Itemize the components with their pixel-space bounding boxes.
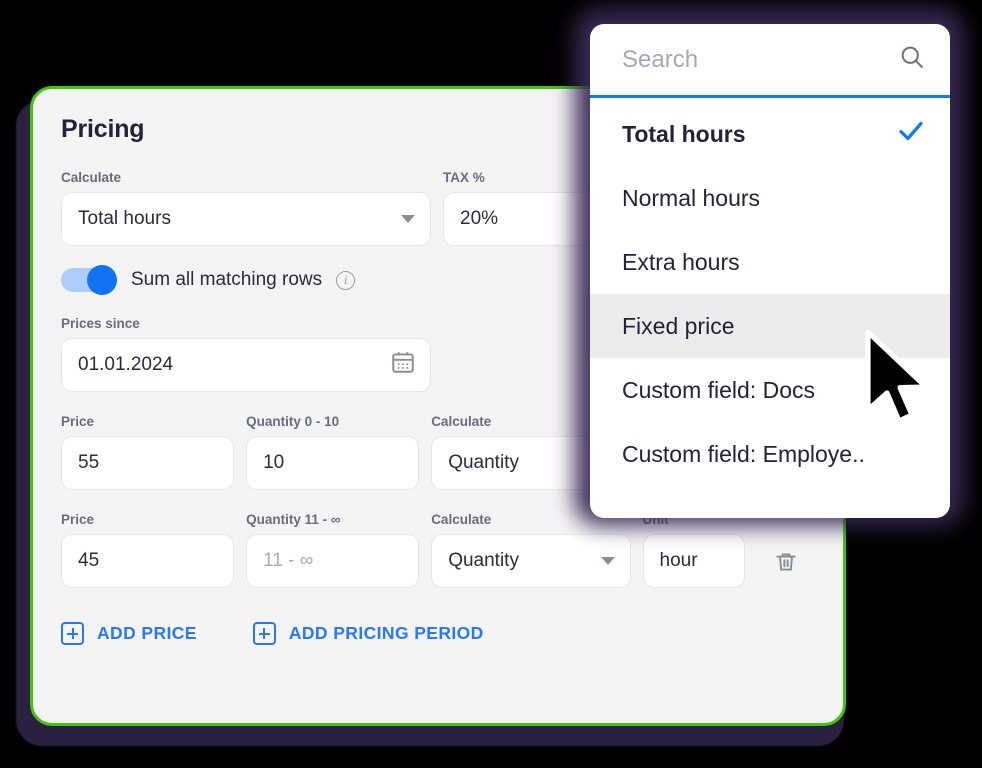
price-input[interactable]: 45 <box>61 534 235 588</box>
price-value: 55 <box>78 452 100 473</box>
add-price-button[interactable]: ADD PRICE <box>61 622 197 645</box>
sum-all-matching-rows-toggle[interactable] <box>61 265 117 295</box>
option-label: Normal hours <box>622 184 761 211</box>
row-calculate-value: Quantity <box>448 550 519 571</box>
screen-root: Pricing Calculate Total hours TAX % 20% <box>0 0 982 768</box>
quantity-input[interactable]: 11 - ∞ <box>246 534 420 588</box>
add-pricing-period-button[interactable]: ADD PRICING PERIOD <box>252 622 484 645</box>
search-input[interactable]: Search <box>622 46 898 74</box>
quantity-label: Quantity 0 - 10 <box>246 414 340 429</box>
plus-icon <box>61 622 84 645</box>
quantity-label: Quantity 11 - ∞ <box>246 512 341 527</box>
row-calculate-select[interactable]: Quantity <box>431 534 631 588</box>
dropdown-option-list: Total hours Normal hours Extra hours Fix… <box>590 98 950 486</box>
chevron-down-icon <box>600 557 615 565</box>
dropdown-option-total-hours[interactable]: Total hours <box>590 102 950 166</box>
search-icon[interactable] <box>898 43 926 76</box>
price-label: Price <box>61 414 95 429</box>
dropdown-option-custom-field-docs[interactable]: Custom field: Docs <box>590 358 950 422</box>
price-value: 45 <box>78 550 100 571</box>
sum-all-matching-rows-label: Sum all matching rows <box>131 269 323 290</box>
prices-since-value: 01.01.2024 <box>78 354 174 375</box>
plus-icon <box>252 622 276 645</box>
unit-input[interactable]: hour <box>642 534 745 588</box>
add-price-label: ADD PRICE <box>97 623 197 643</box>
prices-since-label: Prices since <box>61 316 140 331</box>
quantity-input[interactable]: 10 <box>246 436 420 490</box>
option-label: Total hours <box>622 120 746 147</box>
option-label: Custom field: Docs <box>622 376 816 403</box>
field-group-quantity: Quantity 0 - 10 10 <box>246 414 420 490</box>
field-group-prices-since: Prices since 01.01.2024 <box>61 316 431 392</box>
chevron-down-icon <box>401 215 415 223</box>
field-group-quantity: Quantity 11 - ∞ 11 - ∞ <box>246 512 420 588</box>
dropdown-option-custom-field-employee[interactable]: Custom field: Employe.. <box>590 422 950 486</box>
field-group-price: Price 55 <box>61 414 235 490</box>
row-calculate-value: Quantity <box>448 452 519 473</box>
field-group-price: Price 45 <box>61 512 235 588</box>
dropdown-option-extra-hours[interactable]: Extra hours <box>590 230 950 294</box>
delete-row-button[interactable] <box>773 549 799 575</box>
toggle-knob <box>87 265 117 295</box>
dropdown-option-fixed-price[interactable]: Fixed price <box>590 294 950 358</box>
check-icon <box>896 116 926 152</box>
add-pricing-period-label: ADD PRICING PERIOD <box>288 623 484 643</box>
calculate-select[interactable]: Total hours <box>61 192 431 246</box>
dropdown-option-normal-hours[interactable]: Normal hours <box>590 166 950 230</box>
calculate-label: Calculate <box>61 170 122 185</box>
option-label: Fixed price <box>622 312 735 339</box>
calendar-icon[interactable] <box>390 349 416 381</box>
calculate-value: Total hours <box>78 208 171 229</box>
calculate-dropdown-menu: Search Total hours Normal hours Extra ho… <box>590 24 950 518</box>
prices-since-input[interactable]: 01.01.2024 <box>61 338 431 392</box>
dropdown-search-row[interactable]: Search <box>590 24 950 98</box>
price-input[interactable]: 55 <box>61 436 235 490</box>
add-actions-row: ADD PRICE ADD PRICING PERIOD <box>61 622 815 645</box>
tax-value: 20% <box>460 208 499 229</box>
price-label: Price <box>61 512 95 527</box>
unit-value: hour <box>659 550 698 571</box>
option-label: Custom field: Employe.. <box>622 440 865 467</box>
field-group-calculate: Calculate Total hours <box>61 170 431 246</box>
option-label: Extra hours <box>622 248 740 275</box>
quantity-value: 10 <box>263 452 285 473</box>
quantity-value: 11 - ∞ <box>263 550 314 571</box>
info-icon[interactable]: i <box>336 270 356 290</box>
